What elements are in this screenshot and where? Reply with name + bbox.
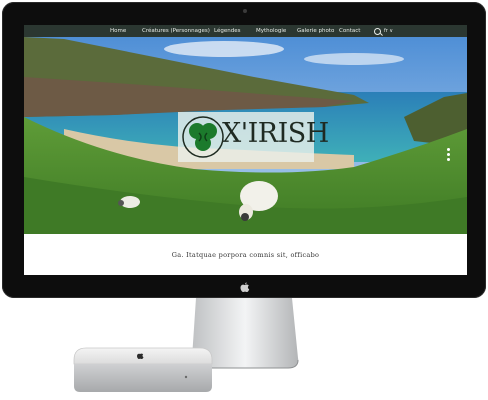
slider-dot[interactable] [447,153,450,156]
nav-home[interactable]: Home [110,25,126,37]
shamrock-icon [182,116,224,158]
nav-mythologie[interactable]: Mythologie [256,25,286,37]
website-screen: Home Créatures (Personnages) Légendes My… [24,25,467,275]
logo-text: X'IRISH [222,118,329,149]
nav-legendes[interactable]: Légendes [214,25,240,37]
language-selector[interactable]: fr ∨ [384,25,393,37]
monitor-frame: Home Créatures (Personnages) Légendes My… [2,2,486,298]
nav-creatures[interactable]: Créatures (Personnages) [142,25,210,37]
nav-contact[interactable]: Contact [339,25,360,37]
hero-banner: X'IRISH [24,37,467,234]
search-icon[interactable] [374,28,381,35]
webcam [243,9,247,13]
slider-dot[interactable] [447,148,450,151]
slider-dot[interactable] [447,158,450,161]
mac-mini-device [73,347,213,392]
site-tagline: Ga. Itatquae porpora comnis sit, officab… [171,251,320,259]
apple-logo-icon [240,282,250,292]
top-navigation: Home Créatures (Personnages) Légendes My… [24,25,467,37]
nav-galerie-photo[interactable]: Galerie photo [297,25,334,37]
slider-pagination[interactable] [447,148,451,163]
site-logo[interactable]: X'IRISH [178,112,329,162]
